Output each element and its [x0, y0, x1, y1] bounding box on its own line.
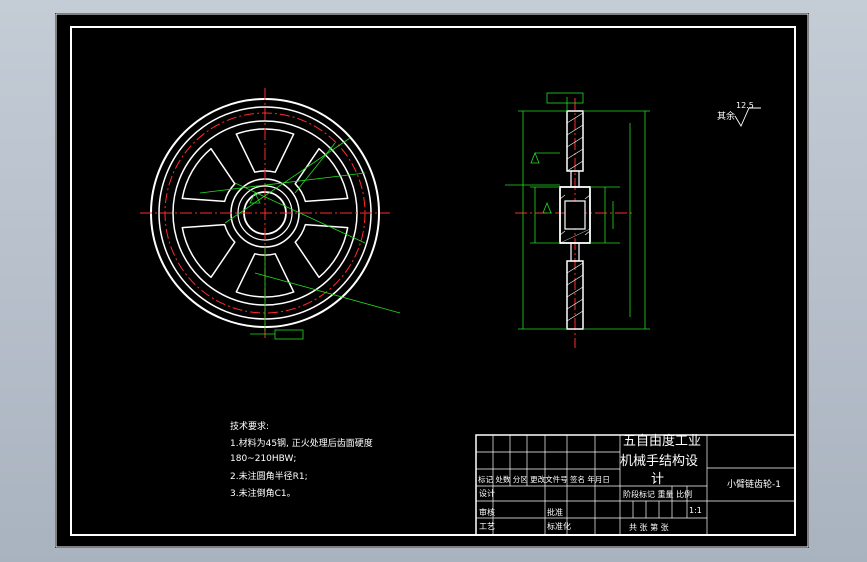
spoke-window [294, 223, 349, 279]
tb-sheets: 共 张 第 张 [629, 522, 669, 532]
tb-approve: 批准 [547, 507, 563, 517]
tech-req-1b: 180~210HBW; [230, 454, 296, 464]
tb-scale: 1:1 [689, 506, 702, 515]
school-line-3: 计 [651, 472, 664, 487]
tech-req-1: 1.材料为45钢, 正火处理后齿面硬度 [230, 437, 373, 449]
tech-req-3: 3.未注倒角C1。 [230, 487, 296, 499]
spoke-window [181, 147, 236, 203]
spoke-window [294, 147, 349, 203]
dim-leader-3 [254, 272, 401, 314]
section-view [505, 92, 650, 348]
roughness-label: 其余 [717, 110, 735, 122]
tb-standard: 标准化 [547, 521, 571, 531]
dim-leader-5 [294, 142, 336, 194]
school-line-1: 五自由度工业 [623, 433, 701, 449]
cad-viewport[interactable]: 其余 12.5 技术要求: 1.材料为45钢, 正火处理后齿面硬度 180~21… [0, 0, 867, 562]
dim-leader-1 [199, 172, 366, 194]
tolerance-frame-1 [274, 329, 304, 340]
drawing-canvas: 其余 12.5 技术要求: 1.材料为45钢, 正火处理后齿面硬度 180~21… [55, 13, 809, 548]
tb-stage-header: 阶段标记 重量 比例 [623, 489, 692, 499]
tech-req-title: 技术要求: [230, 420, 269, 432]
school-line-2: 机械手结构设 [620, 454, 698, 469]
tech-requirements: 技术要求: 1.材料为45钢, 正火处理后齿面硬度 180~210HBW; 2.… [230, 420, 373, 499]
title-block-text: 标记 处数 分区 更改文件号 签名 年月日 设计 标准化 审核 工艺 批准 五自… [478, 433, 781, 532]
tb-process: 工艺 [479, 522, 495, 531]
tb-review: 审核 [479, 507, 495, 517]
tb-header: 标记 处数 分区 更改文件号 签名 年月日 [478, 474, 610, 484]
tb-design: 设计 [479, 488, 495, 498]
roughness-note: 其余 12.5 [717, 101, 761, 127]
tech-req-2: 2.未注圆角半径R1; [230, 470, 308, 482]
drawing-sheet: 其余 12.5 技术要求: 1.材料为45钢, 正火处理后齿面硬度 180~21… [55, 13, 809, 548]
roughness-value: 12.5 [736, 101, 754, 110]
front-view [140, 88, 401, 340]
spoke-window [181, 223, 236, 279]
bore-section [564, 200, 586, 230]
part-title: 小臂链齿轮-1 [727, 478, 781, 490]
